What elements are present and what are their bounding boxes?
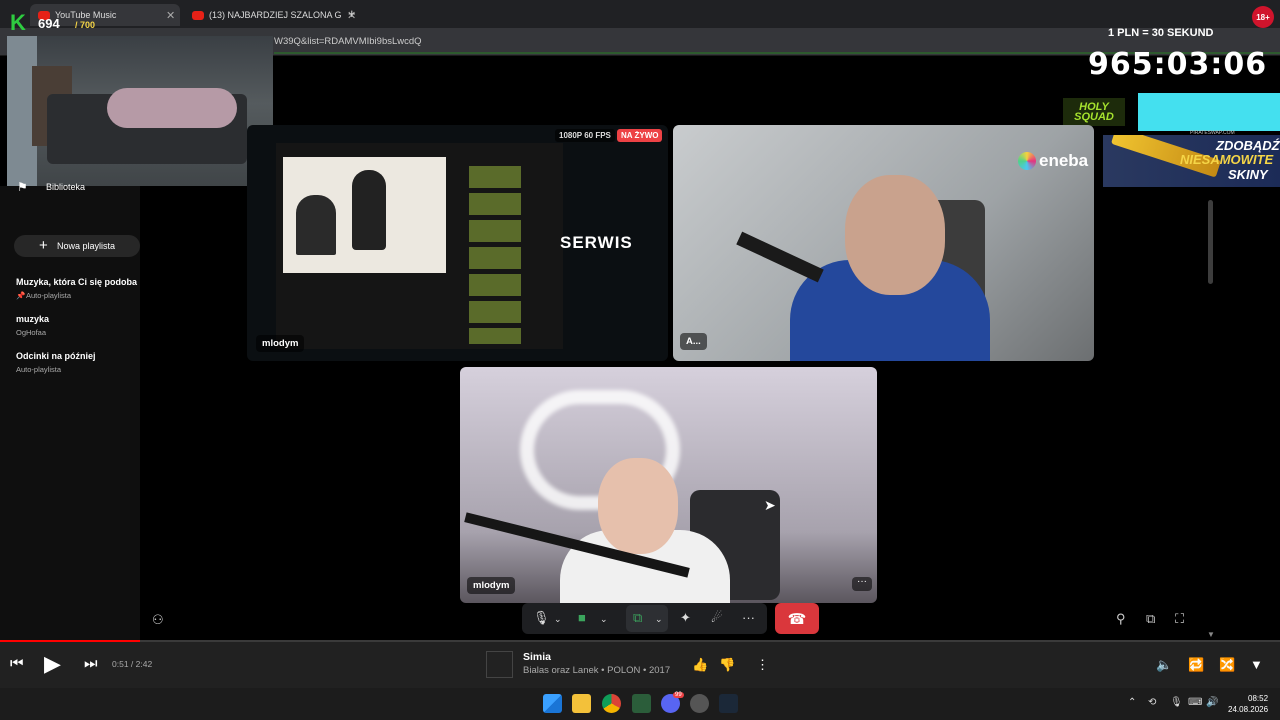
shared-video-figure — [352, 170, 386, 250]
ad-line3: SKINY — [1228, 167, 1268, 182]
eneba-logo: eneba — [1018, 151, 1088, 171]
age-badge: 18+ — [1252, 6, 1274, 28]
youtube-icon — [192, 10, 204, 20]
soundboard-button[interactable]: ☄ — [711, 610, 723, 626]
screen-share-label: mlodym — [256, 335, 305, 352]
overlay-banner — [1138, 93, 1280, 131]
clock-date: 24.08.2026 — [1228, 705, 1269, 714]
playlist-sub: Auto-playlista — [16, 365, 62, 374]
file-explorer-icon[interactable] — [572, 694, 591, 713]
ad-line2: NIESAMOWITE — [1180, 152, 1274, 167]
app-icon[interactable] — [690, 694, 709, 713]
song-artist[interactable]: Bialas oraz Lanek • POLON • 2017 — [523, 665, 670, 676]
tab-label: YouTube Music — [55, 10, 117, 20]
camera-button[interactable]: ■ — [578, 610, 586, 625]
like-icon[interactable]: 👍 — [692, 657, 708, 673]
tile-menu-button[interactable]: ··· — [852, 577, 872, 591]
new-playlist-label: Nowa playlista — [57, 241, 116, 251]
excel-icon[interactable] — [632, 694, 651, 713]
new-playlist-button[interactable]: Nowa playlista — [14, 235, 140, 257]
shared-recommendations — [469, 166, 521, 344]
participant-a-label: A... — [680, 333, 707, 350]
clock-time: 08:52 — [1248, 694, 1269, 703]
url-text[interactable]: W39Q&list=RDAMVMIbi9bsLwcdQ — [274, 36, 422, 47]
chevron-down-icon[interactable]: ⌄ — [600, 614, 608, 625]
more-options-button[interactable]: ··· — [742, 610, 755, 625]
subathon-timer: 965:03:06 — [1088, 47, 1268, 82]
follower-goal: / 700 — [75, 20, 96, 30]
expand-icon[interactable]: ▼ — [1250, 657, 1263, 672]
fullscreen-icon[interactable]: ⛶ — [1175, 611, 1184, 627]
holy-squad-logo: HOLY SQUAD — [1063, 98, 1125, 126]
participant-m-label: mlodym — [467, 577, 516, 594]
play-button[interactable]: ▶ — [44, 651, 61, 677]
ad-line1: ZDOBĄDŹ — [1216, 138, 1280, 153]
song-title[interactable]: Simia — [523, 651, 551, 663]
discord-badge: 99 — [673, 692, 684, 698]
subathon-rate: 1 PLN = 30 SEKUND — [1108, 27, 1214, 39]
album-thumbnail — [486, 651, 513, 678]
time-display: 0:51 / 2:42 — [112, 659, 153, 669]
windows-start-icon[interactable] — [543, 694, 562, 713]
activities-button[interactable]: ✦ — [680, 610, 691, 626]
stream-quality-badge: 1080P 60 FPS — [555, 129, 615, 142]
disconnect-button[interactable]: ☎ — [775, 603, 819, 634]
mouse-cursor: ➤ — [764, 497, 776, 513]
mic-tray-icon[interactable]: 🎙 — [1170, 697, 1183, 708]
tab-video[interactable]: (13) NAJBARDZIEJ SZALONA G ✕ — [184, 4, 356, 26]
playlist-title[interactable]: Odcinki na później — [16, 351, 96, 361]
popout-icon[interactable]: ⧉ — [1146, 611, 1155, 627]
dislike-icon[interactable]: 👎 — [719, 657, 735, 673]
eneba-icon — [1018, 152, 1036, 170]
microphone-button[interactable]: 🎙 — [533, 610, 550, 626]
scrollbar[interactable] — [1208, 200, 1213, 284]
eneba-text: eneba — [1039, 151, 1089, 170]
webcam-blanket — [107, 88, 237, 128]
sidebar-library-label[interactable]: Biblioteka — [46, 182, 85, 192]
more-icon[interactable]: ⋮ — [756, 657, 769, 673]
pin-icon[interactable]: ⚲ — [1116, 611, 1126, 627]
pin-icon: 📌 — [16, 291, 26, 300]
close-icon[interactable]: ✕ — [166, 9, 175, 22]
clock[interactable]: 08:52 24.08.2026 — [1228, 693, 1268, 715]
follower-count: 694 — [38, 16, 60, 31]
streamer-webcam — [7, 36, 273, 186]
network-icon[interactable]: ⌨ — [1188, 697, 1202, 708]
shared-video-figure — [296, 195, 336, 255]
shared-serwis-text: SERWIS — [560, 233, 633, 252]
steam-icon[interactable] — [719, 694, 738, 713]
participant-a-head — [845, 175, 945, 295]
shuffle-icon[interactable]: 🔀 — [1219, 657, 1235, 673]
plus-icon: + — [39, 237, 48, 254]
volume-icon[interactable]: 🔈 — [1156, 657, 1172, 673]
playlist-sub: Auto-playlista — [26, 291, 72, 300]
new-tab-button[interactable]: + — [348, 6, 356, 21]
previous-button[interactable]: ⏮ — [10, 655, 24, 672]
screen-share-icon: ⧉ — [633, 610, 643, 625]
chrome-icon[interactable] — [602, 694, 621, 713]
playlist-sub: OgHofaa — [16, 328, 47, 337]
hangup-icon: ☎ — [787, 610, 807, 628]
library-icon[interactable]: ⚑ — [17, 180, 28, 194]
live-badge: NA ŻYWO — [617, 129, 663, 142]
kick-logo: K — [10, 10, 26, 35]
chevron-down-icon[interactable]: ⌄ — [554, 614, 562, 625]
repeat-icon[interactable]: 🔁 — [1188, 657, 1204, 673]
scroll-down-icon[interactable]: ▼ — [1207, 630, 1215, 639]
add-user-icon[interactable]: ⚇ — [152, 612, 164, 628]
playlist-title[interactable]: Muzyka, która Ci się podoba — [16, 277, 137, 287]
tab-label: (13) NAJBARDZIEJ SZALONA G — [209, 10, 342, 20]
tray-chevron-icon[interactable]: ⌃ — [1128, 697, 1136, 708]
sync-icon[interactable]: ⟲ — [1148, 697, 1156, 708]
playlist-title[interactable]: muzyka — [16, 314, 49, 324]
participant-m-head — [598, 458, 678, 554]
volume-tray-icon[interactable]: 🔊 — [1206, 697, 1218, 708]
next-button[interactable]: ⏭ — [84, 655, 98, 672]
chevron-down-icon[interactable]: ⌄ — [655, 614, 663, 625]
